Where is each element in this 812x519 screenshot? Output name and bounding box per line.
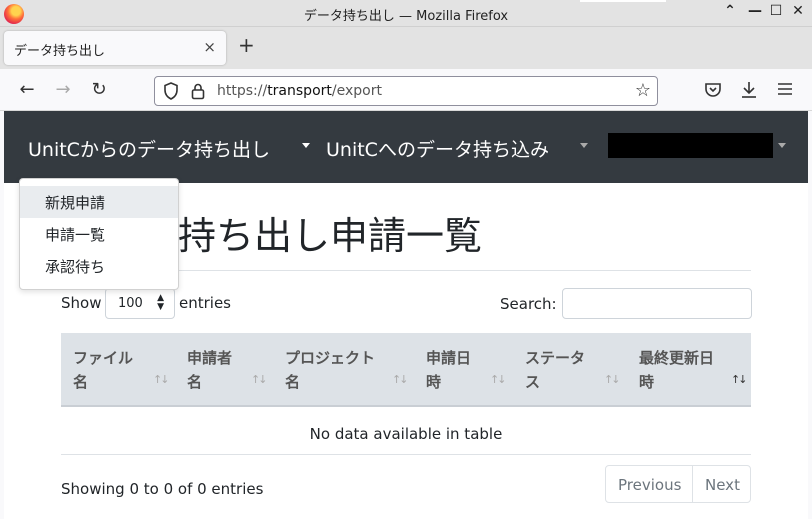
title-bar-mark (580, 0, 666, 2)
dropdown-item-new-request[interactable]: 新規申請 (20, 186, 178, 218)
reload-button[interactable]: ↻ (87, 78, 111, 102)
tab-strip: データ持ち出し × + (0, 27, 812, 69)
col-last-updated[interactable]: 最終更新日時 (639, 346, 714, 394)
dropdown-item-pending-approval[interactable]: 承認待ち (20, 250, 178, 282)
next-button[interactable]: Next (692, 465, 751, 503)
col-status[interactable]: ステータス (525, 346, 585, 394)
sort-desc-icon[interactable]: ↑↓ (731, 373, 748, 386)
table-header: ファイル名 ↑↓ 申請者名 ↑↓ プロジェクト名 ↑↓ 申請日時 ↑↓ ステータ… (61, 333, 751, 407)
url-text: https://transport/export (217, 83, 382, 99)
close-tab-icon[interactable]: × (203, 38, 216, 56)
title-bar: データ持ち出し — Mozilla Firefox ⌃ — ☐ ✕ (0, 0, 812, 27)
web-page: UnitCからのデータ持ち出し UnitCへのデータ持ち込み 新規申請 申請一覧… (4, 111, 808, 519)
dropdown-item-request-list[interactable]: 申請一覧 (20, 218, 178, 250)
sort-icon[interactable]: ↑↓ (490, 373, 507, 386)
table-empty-row: No data available in table (61, 407, 751, 455)
page-length-select[interactable]: 100 ▲ ▼ (105, 288, 175, 319)
page-title: 持ち出し申請一覧 (178, 214, 483, 258)
lock-icon[interactable] (191, 82, 205, 100)
page-length-value: 100 (118, 296, 143, 311)
sort-icon[interactable]: ↑↓ (251, 373, 268, 386)
search-label: Search: (500, 295, 557, 313)
sort-icon[interactable]: ↑↓ (392, 373, 409, 386)
app-navbar: UnitCからのデータ持ち出し UnitCへのデータ持ち込み (4, 111, 808, 183)
chevron-down-icon[interactable] (778, 143, 786, 148)
length-label-show: Show (61, 294, 102, 312)
pocket-icon[interactable] (704, 81, 722, 99)
chevron-down-icon[interactable] (302, 143, 310, 148)
tab-active[interactable]: データ持ち出し × (4, 31, 226, 65)
sort-icon[interactable]: ↑↓ (604, 373, 621, 386)
col-applicant-name[interactable]: 申請者名 (187, 346, 232, 394)
chevron-down-icon[interactable] (580, 143, 588, 148)
redacted-user-menu[interactable] (608, 133, 773, 158)
chevron-up-icon[interactable]: ⌃ (720, 3, 740, 19)
maximize-button[interactable]: ☐ (766, 3, 786, 19)
search-input[interactable] (562, 288, 752, 319)
close-window-button[interactable]: ✕ (788, 3, 808, 19)
col-file-name[interactable]: ファイル名 (73, 346, 133, 394)
menu-hamburger-icon[interactable] (777, 82, 793, 96)
browser-window: データ持ち出し — Mozilla Firefox ⌃ — ☐ ✕ データ持ち出… (0, 0, 812, 519)
select-arrows-icon: ▲ ▼ (157, 293, 164, 312)
minimize-button[interactable]: — (745, 3, 765, 19)
window-title: データ持ち出し — Mozilla Firefox (303, 9, 509, 24)
download-icon[interactable] (740, 80, 758, 100)
navigation-bar: ← → ↻ https://transport/export ☆ (0, 69, 812, 111)
new-tab-button[interactable]: + (238, 33, 255, 57)
sort-icon[interactable]: ↑↓ (153, 373, 170, 386)
col-project-name[interactable]: プロジェクト名 (285, 346, 375, 394)
table-info: Showing 0 to 0 of 0 entries (61, 480, 264, 498)
col-request-datetime[interactable]: 申請日時 (426, 346, 471, 394)
shield-icon[interactable] (163, 82, 179, 100)
menu-export[interactable]: UnitCからのデータ持ち出し (28, 135, 270, 162)
forward-button[interactable]: → (51, 78, 75, 102)
back-button[interactable]: ← (15, 78, 39, 102)
address-bar[interactable]: https://transport/export ☆ (154, 76, 658, 106)
menu-import[interactable]: UnitCへのデータ持ち込み (326, 135, 549, 162)
length-label-entries: entries (179, 294, 231, 312)
previous-button[interactable]: Previous (605, 465, 693, 503)
tab-label: データ持ち出し (14, 44, 106, 59)
export-dropdown-menu: 新規申請 申請一覧 承認待ち (19, 178, 179, 290)
bookmark-star-icon[interactable]: ☆ (635, 80, 651, 101)
